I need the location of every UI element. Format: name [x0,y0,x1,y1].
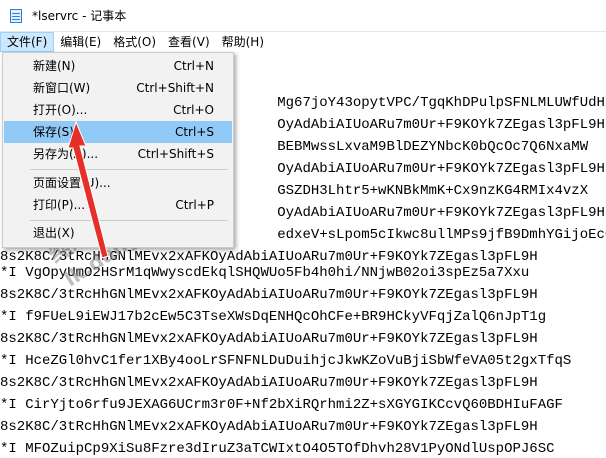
title-bar: *lservrc - 记事本 [0,0,606,32]
editor-line: *I VgOpyUmO2HSrM1qWwyscdEkqlSHQWUo5Fb4h0… [0,265,530,281]
menu-item-label: 打印(P)... [33,198,86,212]
menu-file[interactable]: 文件(F) [0,32,55,52]
menu-item-exit[interactable]: 退出(X) [4,222,232,244]
menu-item-shortcut: Ctrl+N [173,59,214,73]
menu-item-open[interactable]: 打开(O)... Ctrl+O [4,99,232,121]
menu-item-label: 打开(O)... [33,103,88,117]
notepad-icon [8,8,24,24]
editor-line: *I MFOZuipCp9XiSu8Fzre3dIruZ3aTCWIxtO4O5… [0,441,555,457]
menu-item-label: 页面设置(U)... [33,176,111,190]
window-title: *lservrc - 记事本 [32,9,127,23]
menu-bar: 文件(F) 编辑(E) 格式(O) 查看(V) 帮助(H) [0,32,606,52]
menu-format[interactable]: 格式(O) [107,32,162,52]
menu-item-shortcut: Ctrl+Shift+N [136,81,214,95]
editor-line: *I CirYjto6rfu9JEXAG6UCrm3r0F+Nf2bXiRQrh… [0,397,563,413]
menu-help[interactable]: 帮助(H) [216,32,270,52]
menu-edit[interactable]: 编辑(E) [54,32,107,52]
editor-line: 8s2K8C/3tRcHhGNlMEvx2xAFKOyAdAbiAIUoARu7… [0,375,538,391]
menu-item-save[interactable]: 保存(S) Ctrl+S [4,121,232,143]
menu-separator [30,220,228,221]
menu-item-label: 新窗口(W) [33,81,91,95]
menu-item-shortcut: Ctrl+Shift+S [137,147,214,161]
menu-item-label: 另存为(A)... [33,147,99,161]
menu-item-shortcut: Ctrl+O [173,103,214,117]
menu-item-page-setup[interactable]: 页面设置(U)... [4,172,232,194]
editor-line: 8s2K8C/3tRcHhGNlMEvx2xAFKOyAdAbiAIUoARu7… [0,331,538,347]
menu-item-shortcut: Ctrl+S [174,125,214,139]
file-menu-dropdown: 新建(N) Ctrl+N 新窗口(W) Ctrl+Shift+N 打开(O)..… [2,52,234,248]
menu-item-new[interactable]: 新建(N) Ctrl+N [4,55,232,77]
menu-item-save-as[interactable]: 另存为(A)... Ctrl+Shift+S [4,143,232,165]
editor-line: *I f9FUeL9iEWJ17b2cEw5C3TseXWsDqENHQcOhC… [0,309,547,325]
menu-item-label: 保存(S) [33,125,74,139]
menu-item-new-window[interactable]: 新窗口(W) Ctrl+Shift+N [4,77,232,99]
menu-item-label: 新建(N) [33,59,76,73]
menu-item-label: 退出(X) [33,226,75,240]
editor-line: 8s2K8C/3tRcHhGNlMEvx2xAFKOyAdAbiAIUoARu7… [0,287,538,303]
menu-item-shortcut: Ctrl+P [175,198,214,212]
menu-item-print[interactable]: 打印(P)... Ctrl+P [4,194,232,216]
editor-line: *I HceZGl0hvC1fer1XBy4ooLrSFNFNLDuDuihjc… [0,353,572,369]
menu-separator [30,169,228,170]
menu-view[interactable]: 查看(V) [162,32,216,52]
editor-line: 8s2K8C/3tRcHhGNlMEvx2xAFKOyAdAbiAIUoARu7… [0,419,538,435]
